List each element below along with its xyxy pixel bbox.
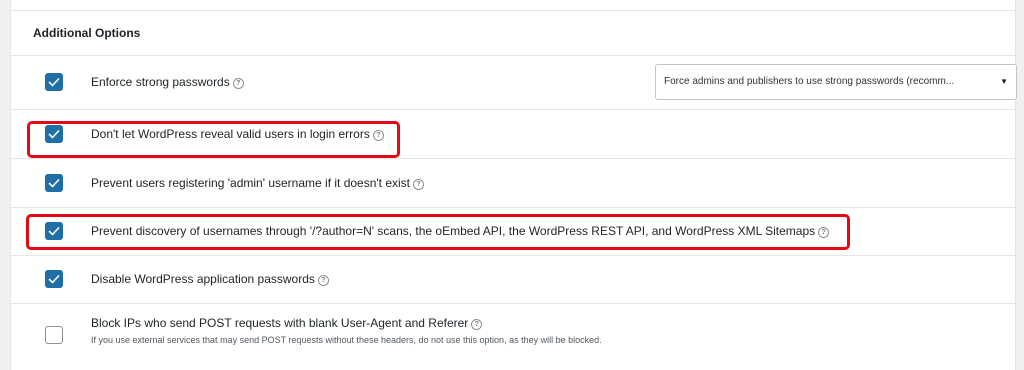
- checkmark-icon: [48, 77, 60, 87]
- dropdown-arrow-icon: ▼: [1000, 77, 1008, 86]
- option-row-prevent-admin-username: Prevent users registering 'admin' userna…: [11, 159, 1015, 208]
- checkbox-enforce-strong-passwords[interactable]: [45, 73, 63, 91]
- highlight-box-username-discovery: [26, 214, 850, 250]
- option-description-block-blank-user-agent: If you use external services that may se…: [91, 335, 602, 345]
- panel-top-divider: [11, 0, 1015, 11]
- highlight-box-login-errors: [27, 121, 400, 158]
- strong-password-select[interactable]: Force admins and publishers to use stron…: [655, 64, 1017, 100]
- option-row-disable-app-passwords: Disable WordPress application passwords?: [11, 256, 1015, 304]
- help-icon[interactable]: ?: [317, 275, 329, 286]
- help-icon[interactable]: ?: [232, 78, 244, 89]
- option-label-block-blank-user-agent: Block IPs who send POST requests with bl…: [91, 316, 483, 330]
- checkmark-icon: [48, 178, 60, 188]
- option-row-block-blank-user-agent: Block IPs who send POST requests with bl…: [11, 304, 1015, 364]
- option-row-enforce-strong-passwords: Enforce strong passwords? Force admins a…: [11, 56, 1017, 110]
- checkbox-prevent-admin-username[interactable]: [45, 174, 63, 192]
- help-icon[interactable]: ?: [471, 319, 483, 330]
- help-icon[interactable]: ?: [413, 179, 425, 190]
- checkmark-icon: [48, 274, 60, 284]
- additional-options-panel: Additional Options Enforce strong passwo…: [10, 0, 1017, 370]
- strong-password-select-value: Force admins and publishers to use stron…: [664, 76, 955, 87]
- option-label-disable-app-passwords: Disable WordPress application passwords?: [91, 272, 329, 286]
- option-label-prevent-admin-username: Prevent users registering 'admin' userna…: [91, 176, 425, 190]
- option-label-enforce-strong-passwords: Enforce strong passwords?: [91, 75, 244, 89]
- checkbox-block-blank-user-agent[interactable]: [45, 326, 63, 344]
- checkbox-disable-app-passwords[interactable]: [45, 270, 63, 288]
- section-title: Additional Options: [11, 11, 1015, 56]
